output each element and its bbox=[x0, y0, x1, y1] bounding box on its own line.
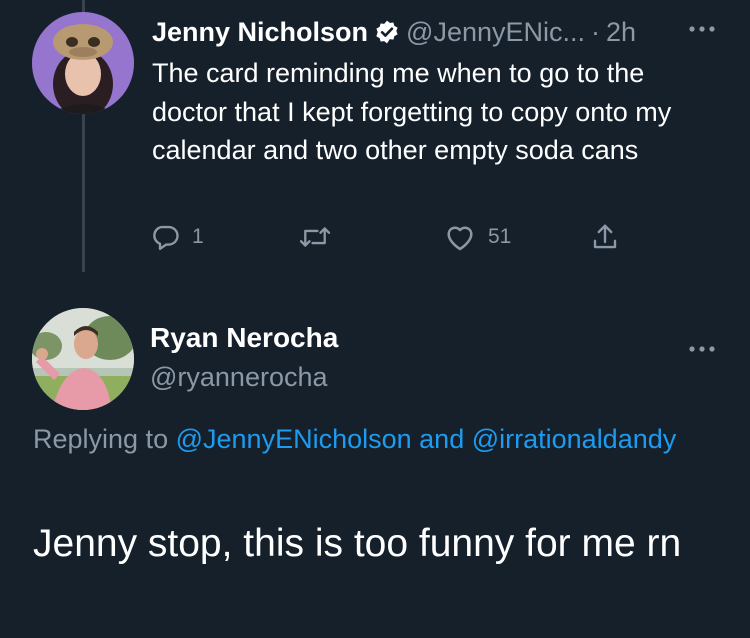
like-button[interactable]: 51 bbox=[444, 222, 511, 252]
thread-connector-top bbox=[82, 0, 85, 12]
reply-text: Jenny stop, this is too funny for me rn bbox=[33, 522, 682, 565]
more-dots-icon[interactable] bbox=[688, 336, 716, 362]
ryan-avatar[interactable] bbox=[32, 308, 134, 410]
verified-badge-icon bbox=[374, 19, 400, 45]
replying-to-line: Replying to @JennyENicholson and @irrati… bbox=[33, 420, 713, 458]
replying-and: and bbox=[419, 424, 465, 454]
replying-prefix: Replying to bbox=[33, 424, 169, 454]
tweet-text: The card reminding me when to go to the … bbox=[152, 58, 672, 165]
reply-count: 1 bbox=[192, 225, 204, 248]
separator-dot: · bbox=[591, 16, 601, 47]
more-dots-icon[interactable] bbox=[688, 16, 716, 42]
like-count: 51 bbox=[488, 225, 512, 248]
thread-connector bbox=[82, 112, 85, 272]
replying-user-link-2[interactable]: @irrationaldandy bbox=[472, 424, 677, 454]
replying-user-link-1[interactable]: @JennyENicholson bbox=[176, 424, 412, 454]
author-handle[interactable]: @JennyENic... bbox=[406, 17, 585, 48]
retweet-icon bbox=[298, 222, 332, 252]
reply-button[interactable]: 1 bbox=[150, 222, 204, 252]
reply-author-name[interactable]: Ryan Nerocha bbox=[150, 322, 338, 354]
share-icon bbox=[590, 222, 620, 252]
share-button[interactable] bbox=[590, 222, 620, 252]
tweet-actions: 1 51 bbox=[150, 222, 630, 254]
tweet-header: Jenny Nicholson @JennyENic... · 2h bbox=[152, 14, 636, 50]
reply-author-handle[interactable]: @ryannerocha bbox=[150, 362, 328, 393]
tweet-time[interactable]: 2h bbox=[606, 17, 636, 48]
jenny-avatar[interactable] bbox=[32, 12, 134, 114]
heart-icon bbox=[444, 222, 476, 252]
reply-icon bbox=[150, 222, 180, 252]
tweet-divider bbox=[0, 292, 750, 293]
author-name[interactable]: Jenny Nicholson bbox=[152, 17, 368, 48]
retweet-button[interactable] bbox=[298, 222, 344, 252]
